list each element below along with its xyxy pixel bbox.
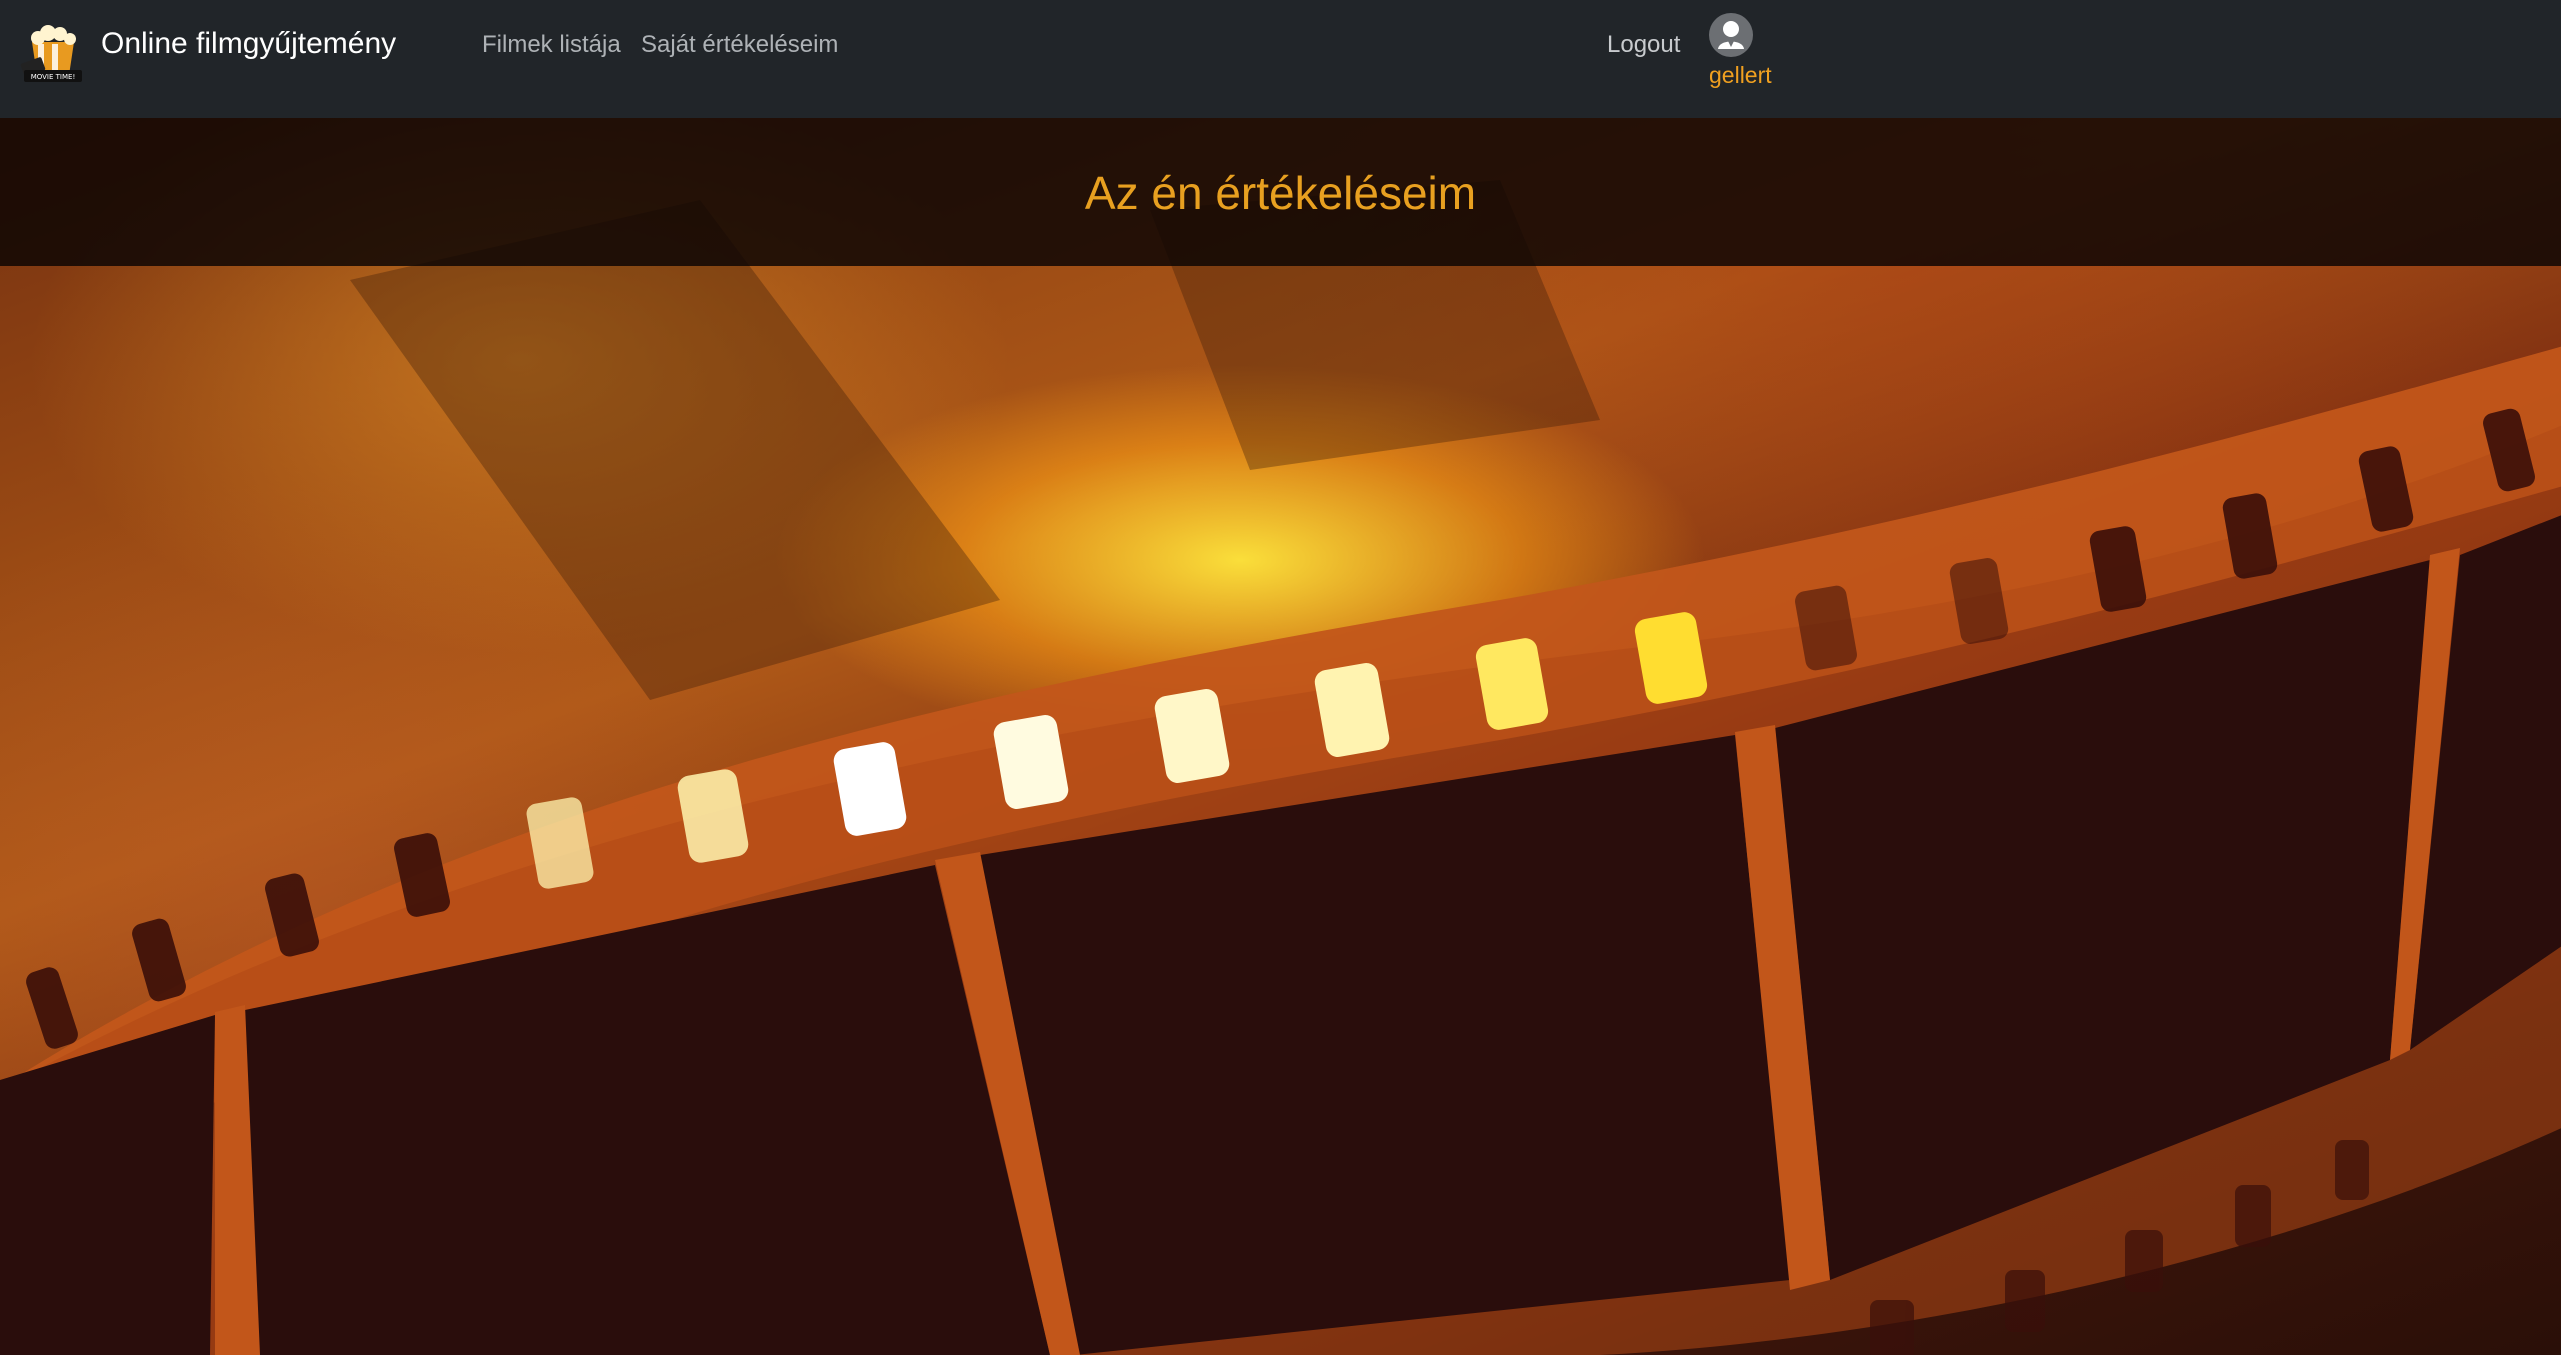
page-header: Az én értékeléseim: [0, 118, 2561, 266]
logout-link[interactable]: Logout: [1607, 28, 1680, 62]
brand-name[interactable]: Online filmgyűjtemény: [101, 24, 396, 64]
nav-link-films-list[interactable]: Filmek listája: [482, 28, 621, 62]
navbar: MOVIE TIME! Online filmgyűjtemény Filmek…: [0, 0, 2561, 118]
page: MOVIE TIME! Online filmgyűjtemény Filmek…: [0, 0, 2561, 1355]
logo-text: MOVIE TIME!: [31, 73, 76, 81]
popcorn-movie-logo-icon[interactable]: MOVIE TIME!: [18, 20, 88, 88]
user-avatar-icon[interactable]: [1709, 13, 1753, 57]
page-title: Az én értékeléseim: [1084, 167, 1477, 219]
nav-link-my-ratings[interactable]: Saját értékeléseim: [641, 28, 838, 62]
username: gellert: [1709, 62, 1772, 88]
